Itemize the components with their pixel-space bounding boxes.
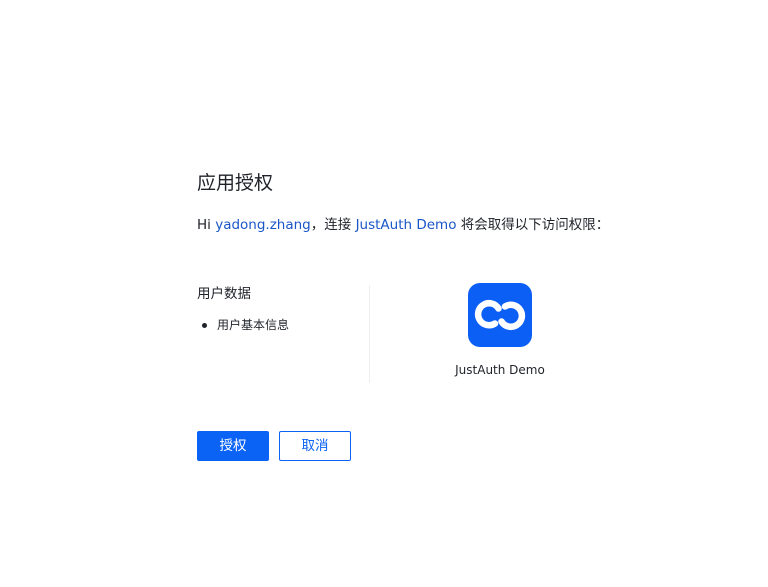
intro-suffix-text: 将会取得以下访问权限：	[456, 217, 610, 233]
permission-label: 用户基本信息	[217, 318, 290, 332]
username-link[interactable]: yadong.zhang	[215, 217, 311, 233]
greeting-text: Hi	[197, 217, 216, 233]
bullet-icon	[202, 323, 207, 328]
cancel-button[interactable]: 取消	[279, 431, 351, 461]
app-name: JustAuth Demo	[455, 363, 545, 377]
permissions-list: 用户基本信息	[197, 316, 289, 334]
oauth-authorize-page: 应用授权 Hi yadong.zhang，连接 JustAuth Demo 将会…	[0, 0, 768, 587]
permissions-section: 用户数据 用户基本信息	[197, 285, 370, 383]
app-info: JustAuth Demo	[440, 283, 560, 377]
app-name-link[interactable]: JustAuth Demo	[356, 217, 457, 233]
authorize-button[interactable]: 授权	[197, 431, 269, 461]
page-title: 应用授权	[197, 172, 274, 194]
chain-link-icon	[468, 283, 532, 347]
authorization-intro: Hi yadong.zhang，连接 JustAuth Demo 将会取得以下访…	[197, 215, 609, 235]
permissions-heading: 用户数据	[197, 286, 251, 302]
list-item: 用户基本信息	[197, 316, 289, 334]
connector-text: ，连接	[310, 217, 356, 233]
